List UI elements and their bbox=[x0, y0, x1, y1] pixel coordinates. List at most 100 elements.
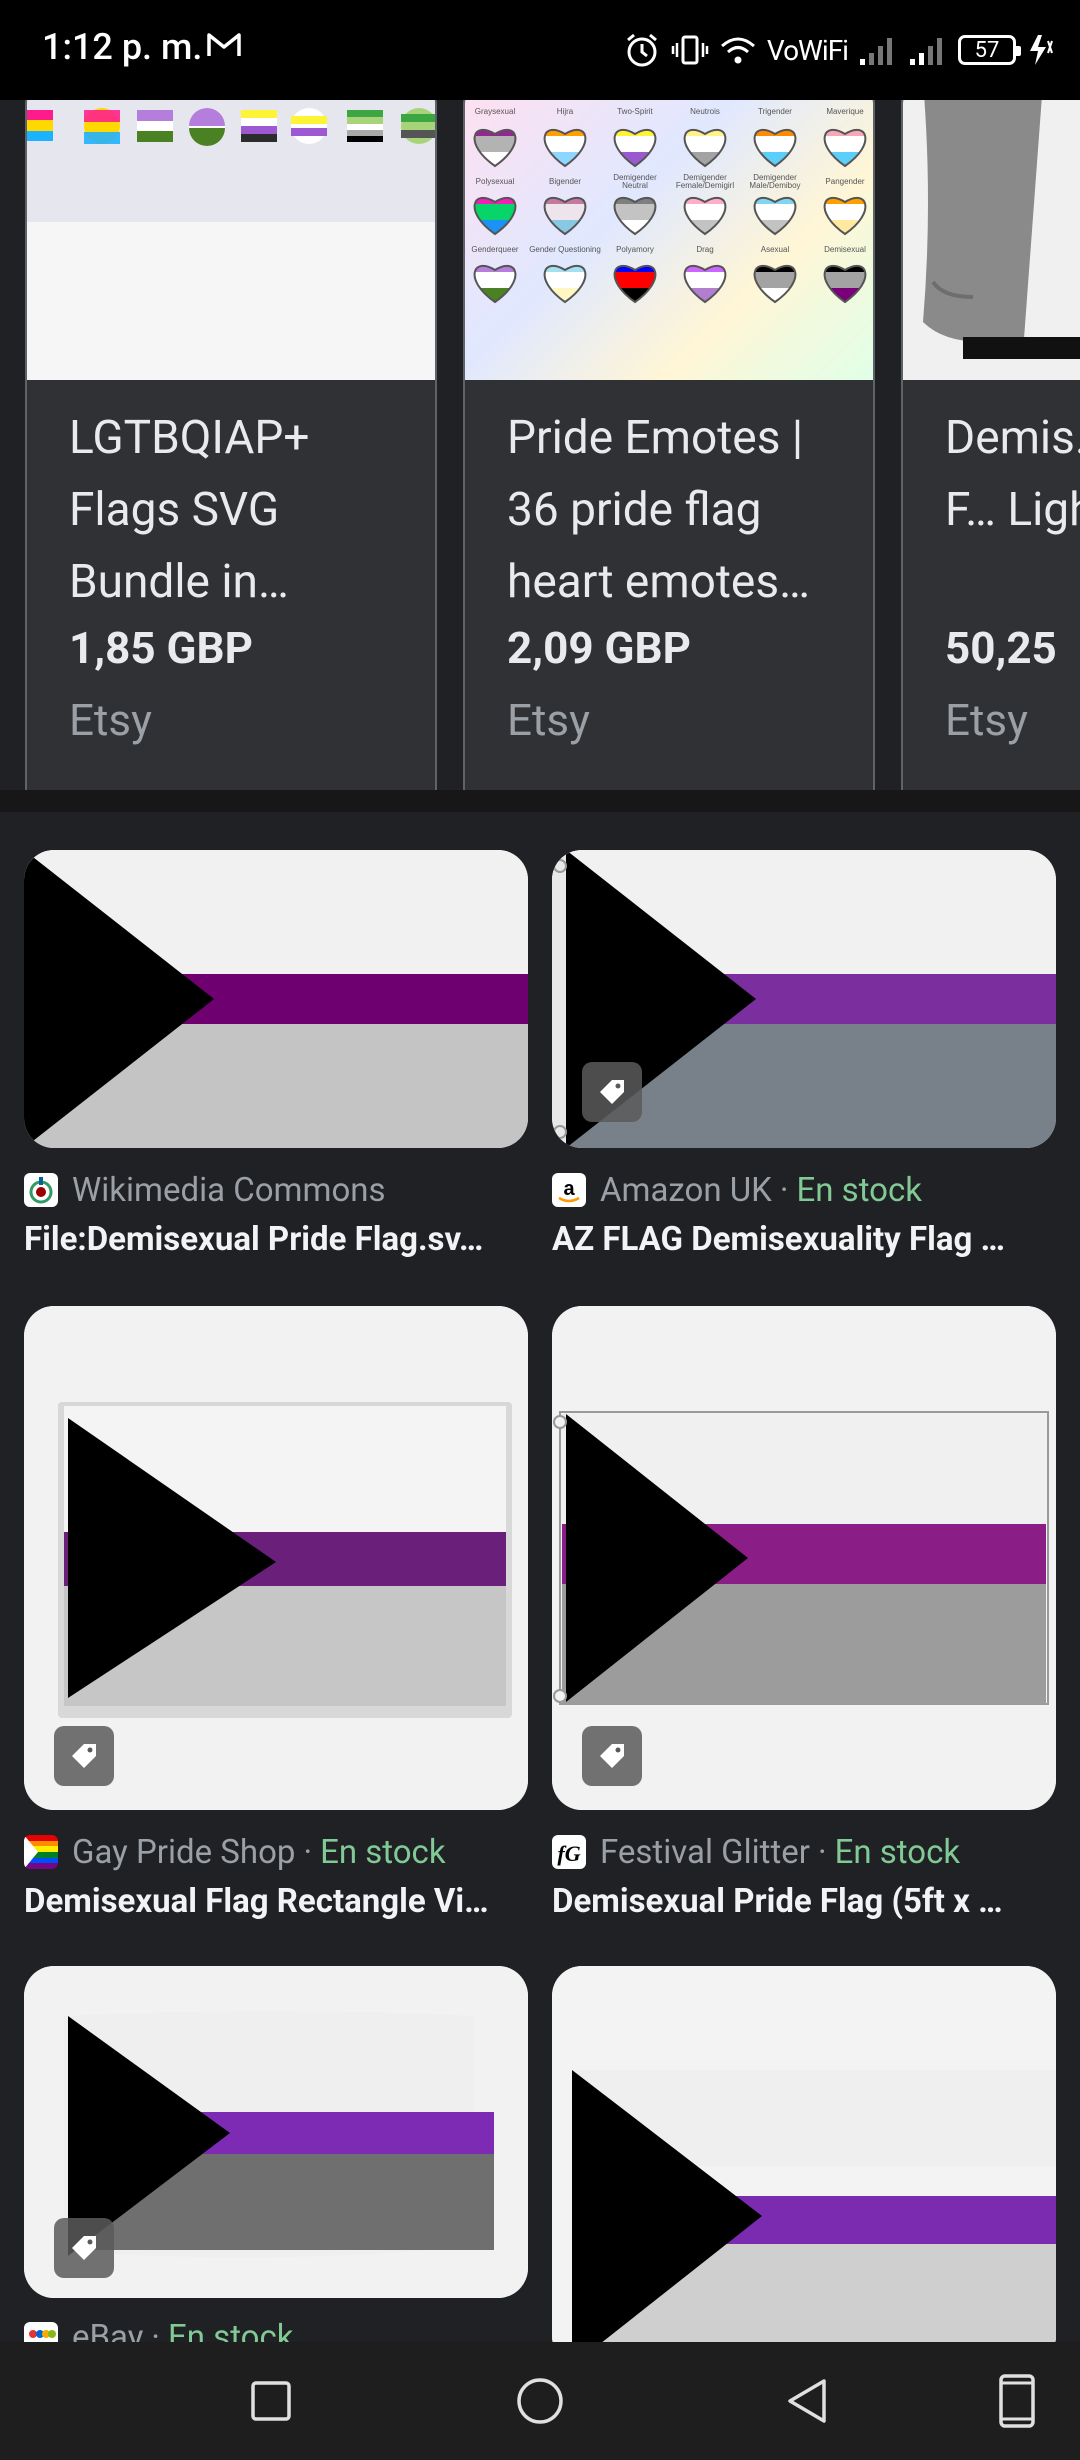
separator-dot: · bbox=[151, 2318, 161, 2342]
svg-text:Bigender: Bigender bbox=[549, 177, 581, 186]
home-button[interactable] bbox=[505, 2366, 575, 2436]
product-title[interactable]: Demis… Pride F… Lightw… bbox=[945, 402, 1080, 618]
result-title[interactable]: Demisexual Flag Rectangle Vi… bbox=[24, 1882, 528, 1921]
square-icon bbox=[251, 2381, 291, 2421]
amazon-favicon: a bbox=[552, 1173, 586, 1207]
product-image-flag-bundle bbox=[27, 100, 435, 380]
result-image-gay-pride-shop-flag[interactable] bbox=[24, 1306, 528, 1810]
stock-status: En stock bbox=[796, 1170, 923, 1210]
ebay-favicon bbox=[24, 2322, 58, 2342]
separator-dot: · bbox=[817, 1832, 827, 1872]
emote-heart bbox=[683, 264, 727, 304]
svg-text:Polysexual: Polysexual bbox=[476, 177, 515, 186]
svg-text:Maverique: Maverique bbox=[826, 107, 864, 116]
product-title[interactable]: LGTBQIAP+ Flags SVG Bundle in… bbox=[69, 402, 409, 618]
signal-icon-1 bbox=[860, 38, 892, 65]
result-image-amazon-flag[interactable] bbox=[552, 850, 1056, 1148]
emote-heart bbox=[543, 196, 587, 236]
result-source[interactable]: eBay · En stock bbox=[24, 2318, 294, 2342]
source-name: eBay bbox=[72, 2318, 144, 2342]
result-image-festival-glitter-flag[interactable] bbox=[552, 1306, 1056, 1810]
product-image-hoodie bbox=[903, 100, 1080, 380]
result-title[interactable]: AZ FLAG Demisexuality Flag … bbox=[552, 1220, 1056, 1259]
svg-text:Two-Spirit: Two-Spirit bbox=[617, 107, 653, 116]
svg-text:Pangender: Pangender bbox=[825, 177, 864, 186]
result-title[interactable]: File:Demisexual Pride Flag.sv… bbox=[24, 1220, 528, 1259]
source-name: Amazon UK bbox=[600, 1170, 772, 1210]
phone-outline-icon bbox=[999, 2374, 1035, 2428]
stock-status: En stock bbox=[168, 2318, 294, 2342]
svg-text:Trigender: Trigender bbox=[758, 107, 792, 116]
svg-text:Genderqueer: Genderqueer bbox=[471, 245, 518, 254]
product-price: 2,09 GBP bbox=[507, 622, 691, 674]
recents-button[interactable] bbox=[236, 2366, 306, 2436]
gay-pride-shop-favicon bbox=[24, 1835, 58, 1869]
shopping-carousel[interactable]: LGTBQIAP+ Flags SVG Bundle in… 1,85 GBP … bbox=[0, 100, 1080, 790]
result-source[interactable]: a Amazon UK · En stock bbox=[552, 1170, 922, 1210]
emote-heart bbox=[823, 264, 867, 304]
price-tag-icon bbox=[582, 1062, 642, 1122]
circle-icon bbox=[517, 2378, 563, 2424]
svg-text:Graysexual: Graysexual bbox=[475, 107, 516, 116]
status-bar: 1:12 p. m. VoWiFi 57 bbox=[0, 0, 1080, 100]
product-image-pride-emotes: Graysexual Hijra Two-Spirit Neutrois Trigend… bbox=[465, 100, 873, 380]
source-name: Festival Glitter bbox=[600, 1832, 810, 1872]
emote-heart bbox=[823, 128, 867, 168]
emote-heart bbox=[473, 264, 517, 304]
svg-text:fG: fG bbox=[557, 1841, 580, 1866]
result-source[interactable]: Gay Pride Shop · En stock bbox=[24, 1832, 446, 1872]
emote-heart bbox=[753, 128, 797, 168]
navigation-bar bbox=[0, 2342, 1080, 2460]
signal-icon-2 bbox=[910, 38, 942, 65]
product-title[interactable]: Pride Emotes | 36 pride flag heart emote… bbox=[507, 402, 847, 618]
svg-text:Drag: Drag bbox=[696, 245, 713, 254]
source-name: Wikimedia Commons bbox=[72, 1170, 386, 1210]
svg-text:Neutral: Neutral bbox=[622, 181, 648, 190]
svg-text:Female/Demigirl: Female/Demigirl bbox=[676, 181, 734, 190]
result-source[interactable]: Wikimedia Commons bbox=[24, 1170, 386, 1210]
result-image-flag-closeup[interactable] bbox=[552, 1966, 1056, 2366]
emote-heart bbox=[613, 128, 657, 168]
product-store: Etsy bbox=[69, 694, 152, 746]
svg-text:Hijra: Hijra bbox=[557, 107, 574, 116]
emote-heart bbox=[753, 264, 797, 304]
svg-text:Male/Demiboy: Male/Demiboy bbox=[749, 181, 800, 190]
alarm-icon bbox=[626, 33, 657, 67]
wifi-icon bbox=[720, 37, 755, 64]
screen-button[interactable] bbox=[982, 2366, 1052, 2436]
price-tag-icon bbox=[54, 1726, 114, 1786]
result-image-wikimedia-flag[interactable] bbox=[24, 850, 528, 1148]
result-title[interactable]: Demisexual Pride Flag (5ft x … bbox=[552, 1882, 1056, 1921]
emote-heart bbox=[753, 196, 797, 236]
result-source[interactable]: fG Festival Glitter · En stock bbox=[552, 1832, 960, 1872]
svg-text:Asexual: Asexual bbox=[761, 245, 790, 254]
battery-icon: 57 bbox=[958, 35, 1021, 65]
product-store: Etsy bbox=[507, 694, 590, 746]
product-card[interactable]: Demis… Pride F… Lightw… 50,25 Etsy bbox=[901, 100, 1080, 790]
vibrate-icon bbox=[671, 35, 709, 65]
separator-dot: · bbox=[779, 1170, 789, 1210]
emote-heart bbox=[473, 196, 517, 236]
product-card[interactable]: Graysexual Hijra Two-Spirit Neutrois Trigend… bbox=[463, 100, 875, 790]
back-button[interactable] bbox=[772, 2366, 842, 2436]
svg-text:Demisexual: Demisexual bbox=[824, 245, 866, 254]
emote-heart bbox=[543, 128, 587, 168]
svg-text:Neutrois: Neutrois bbox=[690, 107, 720, 116]
svg-text:Gender Questioning: Gender Questioning bbox=[529, 245, 601, 254]
status-icons: VoWiFi 57 bbox=[623, 24, 1056, 76]
svg-text:a: a bbox=[563, 1178, 575, 1200]
stock-status: En stock bbox=[320, 1832, 446, 1872]
price-tag-icon bbox=[54, 2218, 114, 2278]
emote-heart bbox=[613, 196, 657, 236]
product-price: 1,85 GBP bbox=[69, 622, 253, 674]
back-triangle-icon bbox=[788, 2379, 826, 2423]
product-card[interactable]: LGTBQIAP+ Flags SVG Bundle in… 1,85 GBP … bbox=[25, 100, 437, 790]
emote-heart bbox=[823, 196, 867, 236]
svg-text:Polyamory: Polyamory bbox=[616, 245, 654, 254]
vowifi-label: VoWiFi bbox=[766, 33, 849, 67]
result-image-ebay-flag[interactable] bbox=[24, 1966, 528, 2298]
source-name: Gay Pride Shop bbox=[72, 1832, 296, 1872]
emote-heart bbox=[473, 128, 517, 168]
emote-heart bbox=[683, 196, 727, 236]
section-divider bbox=[0, 790, 1080, 812]
